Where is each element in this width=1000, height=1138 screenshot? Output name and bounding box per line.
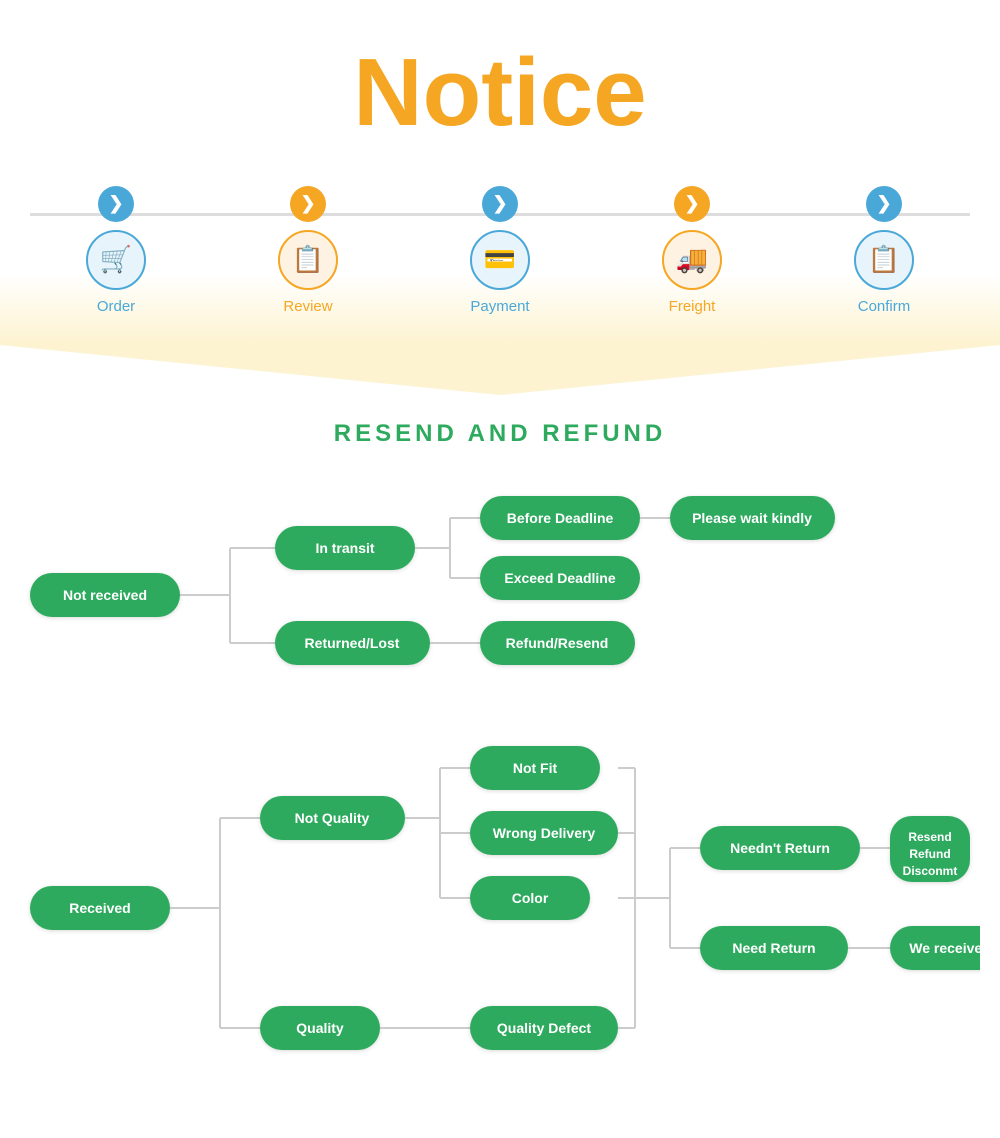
svg-text:Not Quality: Not Quality (295, 810, 370, 826)
svg-text:We received: We received (909, 940, 980, 956)
step-label-confirm: Confirm (858, 298, 911, 315)
step-arrow-confirm: ❯ (866, 186, 902, 222)
step-arrow-payment: ❯ (482, 186, 518, 222)
step-payment: ❯ 💳 Payment (470, 186, 530, 315)
top-flow-diagram: Not received In transit Returned/Lost Be… (20, 478, 980, 718)
svg-text:Before Deadline: Before Deadline (507, 510, 614, 526)
step-arrow-freight: ❯ (674, 186, 710, 222)
step-icon-review: 📋 (278, 230, 338, 290)
step-icon-confirm: 📋 (854, 230, 914, 290)
svg-text:Refund/Resend: Refund/Resend (506, 635, 609, 651)
step-label-order: Order (97, 298, 135, 315)
section-title: RESEND AND REFUND (0, 420, 1000, 448)
svg-text:Disconmt: Disconmt (903, 864, 958, 878)
svg-text:Not Fit: Not Fit (513, 760, 558, 776)
flow-diagram: Not received In transit Returned/Lost Be… (0, 478, 1000, 1138)
step-confirm: ❯ 📋 Confirm (854, 186, 914, 315)
svg-text:Received: Received (69, 900, 130, 916)
step-icon-payment: 💳 (470, 230, 530, 290)
svg-text:Not received: Not received (63, 587, 147, 603)
timeline-wrapper: ❯ 🛒 Order ❯ 📋 Review ❯ 💳 Payment ❯ 🚚 Fre… (0, 166, 1000, 345)
step-label-payment: Payment (470, 298, 529, 315)
svg-text:Exceed Deadline: Exceed Deadline (504, 570, 615, 586)
svg-text:Color: Color (512, 890, 549, 906)
svg-text:Wrong Delivery: Wrong Delivery (493, 825, 596, 841)
step-label-freight: Freight (669, 298, 716, 315)
divider-arrow (0, 345, 1000, 395)
step-order: ❯ 🛒 Order (86, 186, 146, 315)
step-icon-order: 🛒 (86, 230, 146, 290)
step-review: ❯ 📋 Review (278, 186, 338, 315)
svg-text:Quality: Quality (296, 1020, 344, 1036)
step-freight: ❯ 🚚 Freight (662, 186, 722, 315)
svg-text:In transit: In transit (315, 540, 374, 556)
step-label-review: Review (283, 298, 332, 315)
timeline: ❯ 🛒 Order ❯ 📋 Review ❯ 💳 Payment ❯ 🚚 Fre… (0, 186, 1000, 315)
step-arrow-order: ❯ (98, 186, 134, 222)
svg-text:Refund: Refund (909, 847, 950, 861)
bottom-flow-diagram: Received Not Quality Quality Not Fit Wro… (20, 738, 980, 1098)
svg-text:Returned/Lost: Returned/Lost (305, 635, 400, 651)
step-arrow-review: ❯ (290, 186, 326, 222)
svg-text:Need Return: Need Return (732, 940, 815, 956)
svg-text:Resend: Resend (908, 830, 951, 844)
svg-text:Quality Defect: Quality Defect (497, 1020, 591, 1036)
svg-text:Please wait kindly: Please wait kindly (692, 510, 812, 526)
svg-text:Needn't Return: Needn't Return (730, 840, 830, 856)
step-icon-freight: 🚚 (662, 230, 722, 290)
main-title: Notice (0, 40, 1000, 146)
title-section: Notice (0, 0, 1000, 166)
